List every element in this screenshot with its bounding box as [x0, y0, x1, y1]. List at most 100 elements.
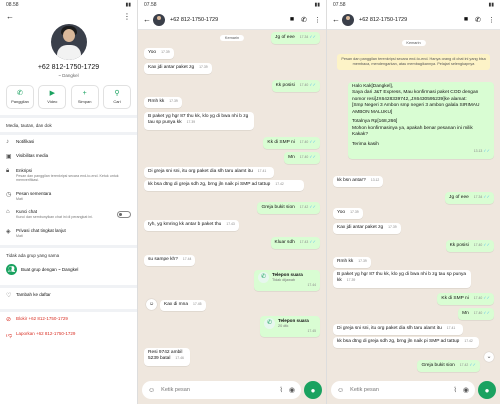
long-message-bubble[interactable]: Halo Kak[Dangkel], Saya dari J&T Express…: [348, 82, 494, 159]
setting-chat-lock[interactable]: ⌂ Kunci chat Kunci dan sembunyikan chat …: [0, 205, 137, 223]
chevron-down-icon: ⌄: [486, 354, 492, 360]
message-bubble[interactable]: Yoo 17.39: [144, 48, 174, 60]
scroll-to-bottom-button[interactable]: ⌄: [484, 352, 494, 362]
message-bubble[interactable]: Kk di SMP ni 17.40✓✓: [437, 293, 494, 306]
mic-icon: ●: [484, 385, 490, 395]
chat-header: ← +62 812-1750-1729 ■ ✆ ⋮: [138, 10, 326, 30]
missed-call-icon: ✆: [258, 272, 269, 284]
message-bubble[interactable]: Resi 9742 ambil 5239 batal 17.46: [144, 348, 190, 366]
chat-lock-toggle[interactable]: [117, 211, 131, 219]
emoji-icon[interactable]: ☺: [337, 387, 344, 394]
avatar[interactable]: [342, 13, 354, 26]
block-button[interactable]: ⊘ Blokir +62 812-1750-1729: [0, 312, 137, 327]
search-icon: ⚲: [114, 90, 120, 97]
emoji-reaction-icon[interactable]: ☺: [146, 299, 157, 310]
message-bubble[interactable]: Mn 17.40✓✓: [284, 152, 320, 165]
setting-advanced-privacy[interactable]: ◈ Privasi chat tingkat lanjut Mati: [0, 224, 137, 242]
message-bubble[interactable]: Kax jdi antar paket zg 17.39: [144, 63, 212, 75]
action-buttons: ✆ Panggilan ▶ Video + Simpan ⚲ Cari: [0, 85, 137, 109]
video-button[interactable]: ▶ Video: [38, 85, 67, 109]
avatar[interactable]: [153, 13, 165, 26]
camera-icon[interactable]: ◉: [289, 386, 295, 394]
video-call-icon[interactable]: ■: [464, 16, 468, 24]
message-bubble[interactable]: Yoo 17.39: [333, 208, 363, 220]
call-button[interactable]: ✆ Panggilan: [6, 85, 34, 109]
emoji-icon[interactable]: ☺: [148, 387, 155, 394]
back-arrow-icon[interactable]: ←: [143, 15, 153, 24]
message-bubble[interactable]: Rmh kk 17.39: [144, 97, 182, 109]
message-bubble[interactable]: Greja bukit sion 17.42✓✓: [417, 360, 480, 373]
message-bubble[interactable]: su sampe kh? 17.44: [144, 255, 196, 267]
setting-disappearing-messages[interactable]: ◷ Pesan sementara Mati: [0, 187, 137, 205]
back-arrow-icon[interactable]: ←: [332, 15, 342, 24]
voice-call-bubble[interactable]: ✆ Telepon suara 20 dtk 17.45: [260, 316, 320, 337]
message-bubble[interactable]: Kk posisi 17.40✓✓: [445, 240, 494, 253]
message-bubble[interactable]: B paket yg hgr 87 thu kk, klo yg di bwa …: [144, 112, 254, 130]
more-options-icon[interactable]: ⋮: [123, 12, 131, 21]
message-bubble[interactable]: Kluar sdh 17.43✓✓: [270, 237, 320, 250]
chat-header: ← +62 812-1750-1729 ■ ✆ ⋮: [327, 10, 500, 30]
message-bubble[interactable]: Rmh kk 17.39: [333, 257, 371, 269]
message-bubble[interactable]: Di greja sni sni, itu org paket dia slh …: [144, 167, 274, 179]
chat-screen-middle: 07.58 ▮▮ ← +62 812-1750-1729 ■ ✆ ⋮ Kemar…: [138, 0, 326, 404]
read-tick-icon: ✓✓: [309, 34, 316, 39]
battery-icon: ▮▮: [314, 2, 320, 8]
message-composer: ☺ Ketik pesan ⌇ ◉ ●: [331, 380, 496, 400]
add-to-favorites-button[interactable]: ♡ Tambah ke daftar: [0, 288, 137, 303]
message-bubble[interactable]: Greja bukit sion 17.42✓✓: [257, 202, 320, 215]
message-bubble[interactable]: Jg of eee 17.34✓✓: [271, 32, 320, 45]
message-list[interactable]: Kemarin Jg of eee 17.34✓✓ Yoo 17.39 Kax jd…: [138, 30, 326, 376]
bell-icon: ♪: [6, 139, 9, 145]
report-button[interactable]: 👎︎ Laporkan +62 812-1750-1729: [0, 327, 137, 343]
setting-notifications[interactable]: ♪ Notifikasi: [0, 135, 137, 149]
message-bubble[interactable]: kk bsn antar? 13.12: [333, 176, 384, 188]
create-group-button[interactable]: 👥︎ Buat grup dengan ~ Dangkel: [0, 260, 137, 279]
status-bar: 07.58 ▮▮: [327, 0, 500, 10]
message-bubble[interactable]: Di greja sni sni, itu org paket dia slh …: [333, 324, 463, 336]
camera-icon[interactable]: ◉: [463, 386, 469, 394]
search-button[interactable]: ⚲ Cari: [102, 85, 131, 109]
message-bubble[interactable]: Kax di mna 17.45: [160, 300, 206, 312]
phone-icon: ✆: [264, 318, 275, 330]
more-options-icon[interactable]: ⋮: [314, 16, 321, 24]
media-links-docs[interactable]: Media, tautan, dan dok: [0, 118, 137, 130]
message-bubble[interactable]: Iyh, yg kmring kk antar b paket thu 17.43: [144, 220, 239, 232]
status-bar: 07.58 ▮▮: [138, 0, 326, 10]
message-bubble[interactable]: kk bsa dtng di greja sdh zg, brng jln na…: [333, 337, 479, 349]
setting-media-visibility[interactable]: ▣ Visibilitas media: [0, 149, 137, 164]
avatar[interactable]: [50, 24, 87, 60]
setting-encryption[interactable]: 🔒︎ Enkripsi Pesan dan panggilan terenkri…: [0, 164, 137, 187]
phone-icon: ✆: [17, 90, 23, 97]
heart-icon: ♡: [6, 293, 12, 300]
shield-icon: ◈: [6, 228, 11, 235]
timer-icon: ◷: [6, 191, 12, 198]
mic-button[interactable]: ●: [304, 381, 322, 399]
message-bubble[interactable]: B paket yg hgr 87 thu kk, klo yg di bwa …: [333, 270, 471, 288]
voice-call-bubble[interactable]: ✆ Telepon suara Tidak dijawab 17.44: [254, 270, 320, 291]
save-contact-button[interactable]: + Simpan: [70, 85, 99, 109]
chat-title[interactable]: +62 812-1750-1729: [170, 17, 290, 23]
message-input[interactable]: Ketik pesan: [161, 387, 273, 393]
video-call-icon[interactable]: ■: [290, 16, 294, 24]
more-options-icon[interactable]: ⋮: [488, 16, 495, 24]
chat-title[interactable]: +62 812-1750-1729: [359, 17, 464, 23]
message-input[interactable]: Ketik pesan: [350, 387, 447, 393]
message-bubble[interactable]: Kk di SMP ni 17.40✓✓: [263, 137, 320, 150]
message-bubble[interactable]: Kk posisi 17.40✓✓: [271, 80, 320, 93]
message-list[interactable]: Kemarin Pesan dan panggilan terenkripsi …: [327, 30, 500, 376]
group-icon: 👥︎: [6, 264, 17, 276]
encryption-notice[interactable]: Pesan dan panggilan terenkripsi secara e…: [337, 54, 490, 70]
message-bubble[interactable]: Jg of eee 17.34✓✓: [445, 192, 494, 205]
message-bubble[interactable]: Kax jdi antar paket zg 17.39: [333, 223, 401, 235]
lock-icon: 🔒︎: [6, 168, 10, 174]
battery-icon: ▮▮: [125, 2, 131, 8]
attach-icon[interactable]: ⌇: [279, 386, 282, 394]
voice-call-icon[interactable]: ✆: [301, 16, 307, 24]
battery-icon: ▮▮: [488, 2, 494, 8]
voice-call-icon[interactable]: ✆: [475, 16, 481, 24]
mic-button[interactable]: ●: [478, 381, 496, 399]
attach-icon[interactable]: ⌇: [453, 386, 456, 394]
back-arrow-icon[interactable]: ←: [6, 12, 14, 21]
message-bubble[interactable]: kk bsa dtng di greja sdh zg, brng jln na…: [144, 180, 304, 192]
message-bubble[interactable]: Mn 17.40✓✓: [458, 308, 494, 321]
